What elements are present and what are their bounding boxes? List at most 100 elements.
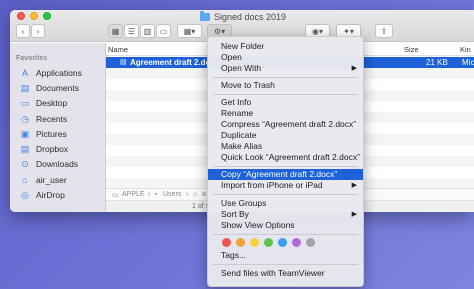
menu-item-label: Open (221, 52, 242, 62)
submenu-arrow-icon: ▶ (351, 211, 357, 218)
menu-item-use-groups[interactable]: Use Groups (208, 198, 363, 209)
pictures-icon: ▣ (20, 128, 30, 139)
menu-item-label: Rename (221, 108, 254, 118)
menu-item-label: Quick Look “Agreement draft 2.docx” (221, 152, 360, 162)
applications-icon: A (21, 68, 28, 78)
dropbox-icon: ▤ (20, 143, 30, 154)
path-segment[interactable]: a (202, 191, 206, 198)
folder-icon: ▪ (155, 191, 158, 198)
tag-color-dot[interactable] (278, 238, 287, 247)
menu-item-open[interactable]: Open (208, 52, 363, 63)
column-header-kind[interactable]: Kin (460, 45, 471, 54)
list-view-button[interactable]: ☰ (124, 24, 139, 38)
group-button[interactable]: ▦▾ (177, 24, 202, 38)
menu-item-move-to-trash[interactable]: Move to Trash (208, 80, 363, 91)
sidebar-item-label: Desktop (36, 98, 68, 108)
sidebar-item-air-user[interactable]: ⌂ air_user (20, 175, 67, 185)
tag-color-dot[interactable] (292, 238, 301, 247)
home-icon: ⌂ (193, 191, 198, 198)
docx-file-icon: ▤ (120, 59, 127, 66)
sidebar-item-pictures[interactable]: ▣ Pictures (20, 128, 67, 140)
menu-item-rename[interactable]: Rename (208, 108, 363, 119)
menu-item-label: Move to Trash (221, 80, 275, 90)
minimize-button[interactable] (30, 12, 38, 20)
menu-item-label: Get Info (221, 97, 252, 107)
sidebar-item-recents[interactable]: ◷ Recents (20, 113, 68, 125)
menu-item-label: Duplicate (221, 130, 257, 140)
menu-item-tags[interactable]: Tags... (208, 250, 363, 261)
sidebar-item-label: Pictures (36, 129, 67, 139)
sidebar-item-applications[interactable]: A Applications (20, 68, 82, 78)
menu-item-label: New Folder (221, 41, 265, 51)
menu-item-label: Sort By (221, 209, 249, 219)
path-segment[interactable]: APPLE (122, 191, 145, 198)
menu-item-import-from-iphone[interactable]: Import from iPhone or iPad ▶ (208, 180, 363, 191)
menu-item-make-alias[interactable]: Make Alias (208, 141, 363, 152)
menu-item-label: Tags... (221, 250, 247, 260)
menu-item-label: Show View Options (221, 220, 295, 230)
sidebar-item-downloads[interactable]: ⊙ Downloads (20, 158, 79, 170)
sidebar-item-label: Applications (36, 68, 82, 78)
gallery-view-button[interactable]: ▭ (156, 24, 171, 38)
file-kind: Mic (462, 58, 474, 67)
share-button[interactable]: ⇪ (375, 24, 393, 38)
sidebar-item-label: air_user (36, 175, 67, 185)
forward-button[interactable]: › (31, 24, 45, 38)
tag-color-dot[interactable] (306, 238, 315, 247)
submenu-arrow-icon: ▶ (351, 65, 357, 72)
sidebar-item-dropbox[interactable]: ▤ Dropbox (20, 143, 69, 155)
menu-item-get-info[interactable]: Get Info (208, 97, 363, 108)
chevron-right-icon: › (148, 191, 151, 198)
zoom-button[interactable] (43, 12, 51, 20)
menu-separator (213, 77, 358, 78)
menu-item-copy[interactable]: Copy “Agreement draft 2.docx” (208, 169, 363, 180)
submenu-arrow-icon: ▶ (351, 182, 357, 189)
sidebar-item-label: Documents (36, 83, 79, 93)
menu-item-open-with[interactable]: Open With ▶ (208, 63, 363, 74)
menu-item-label: Open With (221, 63, 262, 73)
tag-color-dot[interactable] (236, 238, 245, 247)
sidebar-item-label: Downloads (36, 159, 79, 169)
menu-item-label: Compress “Agreement draft 2.docx” (221, 119, 357, 129)
menu-item-label: Send files with TeamViewer (221, 268, 325, 278)
sidebar-heading: Favorites (16, 55, 48, 62)
sidebar-item-label: Recents (36, 114, 68, 124)
chevron-right-icon: › (186, 191, 189, 198)
downloads-icon: ⊙ (21, 158, 29, 169)
context-menu: New Folder Open Open With ▶ Move to Trash… (207, 36, 364, 287)
file-size: 21 KB (426, 58, 448, 67)
home-icon: ⌂ (22, 175, 28, 185)
menu-item-send-teamviewer[interactable]: Send files with TeamViewer (208, 268, 363, 279)
menu-separator (213, 264, 358, 265)
column-view-button[interactable]: ▥ (140, 24, 155, 38)
back-button[interactable]: ‹ (16, 24, 30, 38)
menu-item-label: Copy “Agreement draft 2.docx” (221, 169, 338, 179)
menu-item-quick-look[interactable]: Quick Look “Agreement draft 2.docx” (208, 152, 363, 163)
menu-separator (213, 194, 358, 195)
menu-item-new-folder[interactable]: New Folder (208, 41, 363, 52)
path-segment[interactable]: Users (163, 191, 181, 198)
sidebar-item-desktop[interactable]: ▭ Desktop (20, 98, 68, 109)
icon-view-button[interactable]: ▦ (108, 24, 123, 38)
sidebar-item-documents[interactable]: ▤ Documents (20, 83, 79, 94)
recents-icon: ◷ (21, 113, 29, 124)
tag-color-dot[interactable] (250, 238, 259, 247)
window-title-text: Signed docs 2019 (214, 12, 287, 22)
menu-item-sort-by[interactable]: Sort By ▶ (208, 209, 363, 220)
menu-item-duplicate[interactable]: Duplicate (208, 130, 363, 141)
sidebar-item-label: Dropbox (36, 144, 69, 154)
folder-icon (200, 11, 210, 21)
column-header-name[interactable]: Name (108, 45, 128, 54)
file-name: Agreement draft 2.docx (130, 58, 220, 67)
menu-separator (213, 166, 358, 167)
sidebar: Favorites A Applications ▤ Documents ▭ D… (10, 43, 106, 212)
menu-item-show-view-options[interactable]: Show View Options (208, 220, 363, 231)
close-button[interactable] (17, 12, 25, 20)
tag-color-dot[interactable] (222, 238, 231, 247)
menu-item-compress[interactable]: Compress “Agreement draft 2.docx” (208, 119, 363, 130)
column-header-size[interactable]: Size (404, 45, 419, 54)
menu-item-label: Use Groups (221, 198, 267, 208)
sidebar-item-airdrop[interactable]: ◎ AirDrop (20, 190, 65, 201)
tag-color-dot[interactable] (264, 238, 273, 247)
menu-item-label: Import from iPhone or iPad (221, 180, 323, 190)
